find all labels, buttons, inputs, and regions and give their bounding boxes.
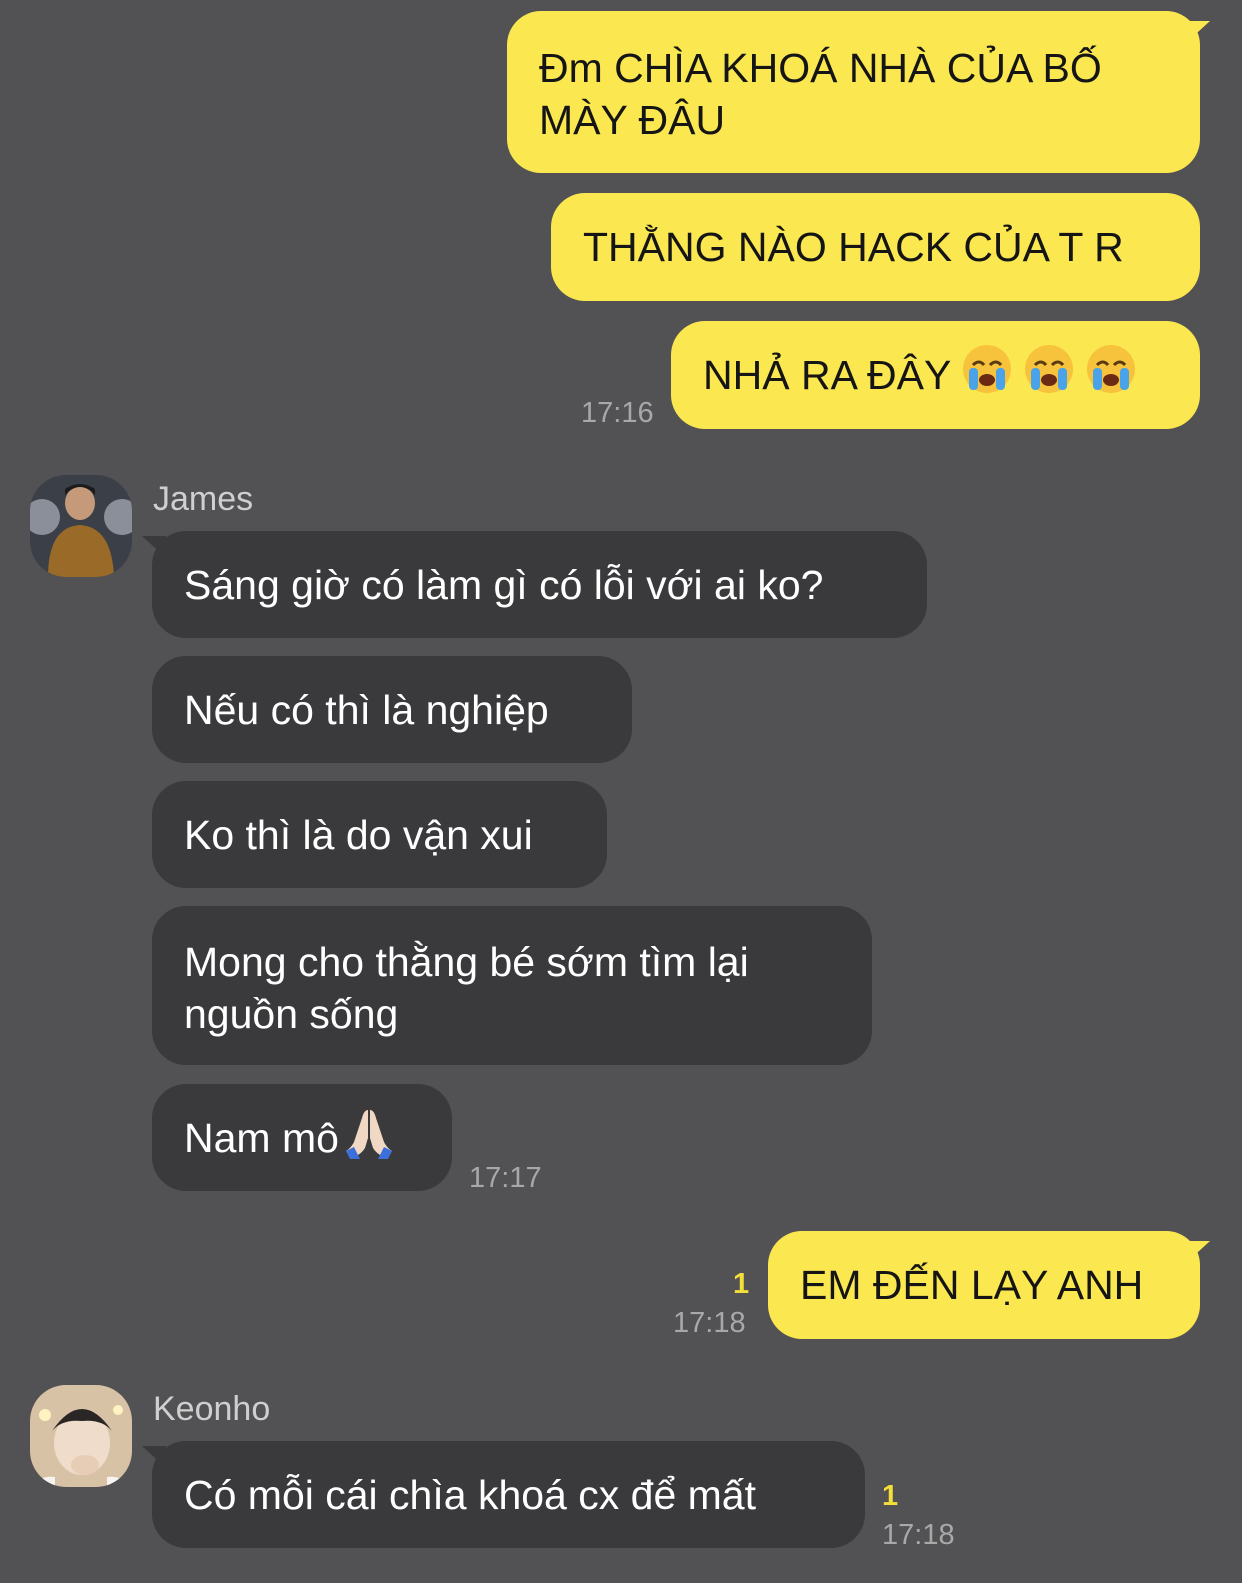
crying-face-icon [1023,343,1075,407]
message-text: EM ĐẾN LẠY ANH [800,1262,1144,1308]
their-message-bubble[interactable]: Nam mô [152,1084,452,1191]
message-text: Mong cho thằng bé sớm tìm lại nguồn sống [184,939,749,1037]
message-timestamp: 17:16 [581,397,654,429]
message-text: NHẢ RA ĐÂY [703,352,952,398]
message-timestamp: 17:17 [469,1162,542,1194]
message-text: Đm CHÌA KHOÁ NHÀ CỦA BỐ MÀY ĐÂU [539,45,1102,143]
their-message-bubble[interactable]: Nếu có thì là nghiệp [152,656,632,763]
message-text: Nếu có thì là nghiệp [184,686,549,733]
bubble-tail [1186,21,1210,43]
message-text: Nam mô [184,1114,339,1161]
their-message-bubble[interactable]: Mong cho thằng bé sớm tìm lại nguồn sống [152,906,872,1065]
crying-face-icon [1085,343,1137,407]
message-text: Sáng giờ có làm gì có lỗi với ai ko? [184,561,824,608]
message-timestamp: 17:18 [882,1519,955,1551]
sender-name: Keonho [153,1390,271,1428]
folded-hands-icon [341,1104,397,1172]
my-message-bubble[interactable]: THẰNG NÀO HACK CỦA T R [551,193,1200,301]
unread-count: 1 [882,1480,899,1512]
bubble-tail [1186,1241,1210,1263]
their-message-bubble[interactable]: Sáng giờ có làm gì có lỗi với ai ko? [152,531,927,638]
my-message-bubble[interactable]: EM ĐẾN LẠY ANH [768,1231,1200,1339]
my-message-bubble[interactable]: Đm CHÌA KHOÁ NHÀ CỦA BỐ MÀY ĐÂU [507,11,1200,173]
crying-face-icon [961,343,1013,407]
their-message-bubble[interactable]: Có mỗi cái chìa khoá cx để mất [152,1441,865,1548]
message-text: THẰNG NÀO HACK CỦA T R [583,224,1124,270]
avatar-keonho[interactable] [30,1385,132,1487]
avatar-james[interactable] [30,475,132,577]
sender-name: James [153,480,254,518]
my-message-bubble[interactable]: NHẢ RA ĐÂY [671,321,1200,429]
message-text: Ko thì là do vận xui [184,811,533,858]
message-text: Có mỗi cái chìa khoá cx để mất [184,1471,756,1518]
unread-count: 1 [733,1268,750,1300]
their-message-bubble[interactable]: Ko thì là do vận xui [152,781,607,888]
message-timestamp: 17:18 [673,1307,746,1339]
